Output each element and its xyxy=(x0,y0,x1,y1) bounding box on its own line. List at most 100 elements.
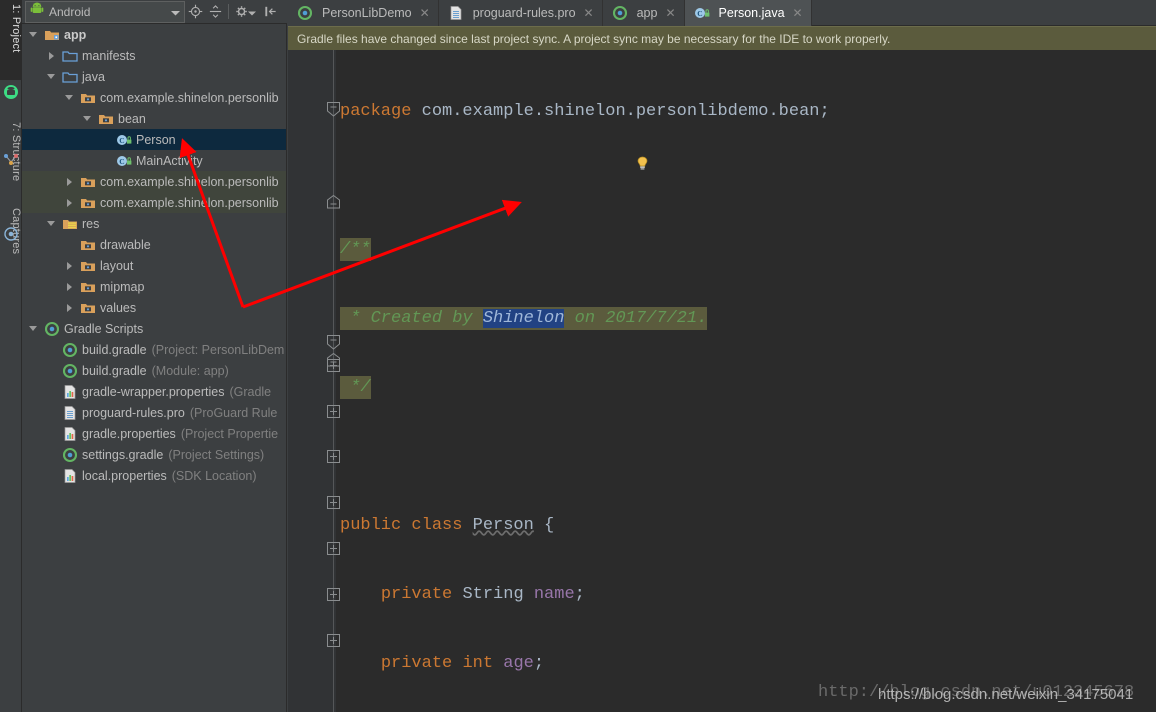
tree-item-settings-gradle[interactable]: settings.gradle (Project Settings) xyxy=(22,444,286,465)
tree-item-label: com.example.shinelon.personlib xyxy=(100,90,279,105)
tree-item-subtitle: (SDK Location) xyxy=(171,468,257,483)
text-file-icon xyxy=(450,6,462,20)
project-icon xyxy=(3,84,19,100)
chevron-right-icon[interactable] xyxy=(46,50,57,61)
tree-item-manifests[interactable]: manifests xyxy=(22,45,286,66)
chevron-down-icon[interactable] xyxy=(28,323,39,334)
tree-item-com-example-shinelon-personlib[interactable]: com.example.shinelon.personlib xyxy=(22,192,286,213)
chevron-down-icon[interactable] xyxy=(28,29,39,40)
code-content[interactable]: package com.example.shinelon.personlibde… xyxy=(336,50,1156,712)
close-icon[interactable]: ✕ xyxy=(420,6,430,20)
tree-item-build-gradle[interactable]: build.gradle (Module: app) xyxy=(22,360,286,381)
android-robot-icon xyxy=(30,2,44,21)
tree-item-build-gradle[interactable]: build.gradle (Project: PersonLibDem xyxy=(22,339,286,360)
tree-item-com-example-shinelon-personlib[interactable]: com.example.shinelon.personlib xyxy=(22,171,286,192)
editor-tab-label: proguard-rules.pro xyxy=(472,6,576,20)
watermark-overlay: https://blog.csdn.net/weixin_34175041 xyxy=(878,686,1134,703)
tree-item-mipmap[interactable]: mipmap xyxy=(22,276,286,297)
tree-item-values[interactable]: values xyxy=(22,297,286,318)
folder-blue xyxy=(62,71,78,83)
tree-item-label: gradle-wrapper.properties xyxy=(82,384,225,399)
editor-tab-app[interactable]: app ✕ xyxy=(603,0,685,26)
close-icon[interactable]: ✕ xyxy=(584,6,594,20)
gradle-icon xyxy=(612,5,627,21)
code-line-blank-1 xyxy=(336,169,1156,192)
toolbar-divider xyxy=(228,4,229,19)
captures-icon xyxy=(3,226,19,242)
class-name-person: Person xyxy=(472,516,534,535)
chevron-down-icon[interactable] xyxy=(46,71,57,82)
fold-guide-line xyxy=(333,50,334,712)
kw-private-2: private xyxy=(380,654,453,673)
chevron-down-icon[interactable] xyxy=(46,218,57,229)
hide-panel-button[interactable] xyxy=(260,2,280,22)
tree-item-gradle-scripts[interactable]: Gradle Scripts xyxy=(22,318,286,339)
tree-item-label: build.gradle xyxy=(82,342,147,357)
javadoc-open: /** xyxy=(340,238,371,261)
tree-item-label: app xyxy=(64,27,87,42)
chevron-down-icon[interactable] xyxy=(82,113,93,124)
editor-tab-label: PersonLibDemo xyxy=(322,6,412,20)
chevron-right-icon[interactable] xyxy=(64,281,75,292)
editor-tab-label: Person.java xyxy=(718,6,785,20)
tree-item-mainactivity[interactable]: C MainActivity xyxy=(22,150,286,171)
tree-item-subtitle: (Project: PersonLibDem xyxy=(151,342,285,357)
tree-item-person[interactable]: C Person xyxy=(22,129,286,150)
tree-item-layout[interactable]: layout xyxy=(22,255,286,276)
code-line-class-decl: public class Person { xyxy=(336,514,1156,537)
tree-item-label: bean xyxy=(118,111,146,126)
locate-file-button[interactable] xyxy=(185,2,205,22)
code-line-package: package com.example.shinelon.personlibde… xyxy=(336,100,1156,123)
package-name: com.example.shinelon.personlibdemo.bean; xyxy=(411,102,830,121)
chevron-right-icon[interactable] xyxy=(64,260,75,271)
package-icon xyxy=(81,198,95,208)
gradle-sync-notification[interactable]: Gradle files have changed since last pro… xyxy=(288,26,1156,50)
tree-item-bean[interactable]: bean xyxy=(22,108,286,129)
tree-item-app[interactable]: app xyxy=(22,24,286,45)
folder-res xyxy=(81,282,95,292)
editor-tab-personlibdemo[interactable]: PersonLibDemo ✕ xyxy=(288,0,439,26)
settings-chevron-down-icon[interactable] xyxy=(248,3,256,21)
tree-item-proguard-rules-pro[interactable]: proguard-rules.pro (ProGuard Rule xyxy=(22,402,286,423)
folder-res xyxy=(81,303,95,313)
close-icon[interactable]: ✕ xyxy=(665,6,675,20)
code-editor[interactable]: package com.example.shinelon.personlibde… xyxy=(288,50,1156,712)
close-icon[interactable]: ✕ xyxy=(793,6,803,20)
editor-tab-person-java[interactable]: C Person.java ✕ xyxy=(684,0,812,26)
project-view-selector[interactable]: Android xyxy=(25,0,185,23)
tree-item-label: com.example.shinelon.personlib xyxy=(100,174,279,189)
collapse-all-button[interactable] xyxy=(205,2,225,22)
tree-item-label: layout xyxy=(100,258,134,273)
project-view-selector-value: Android xyxy=(49,4,91,19)
class-open-brace: { xyxy=(533,516,555,535)
code-line-comment-body: * Created by Shinelon on 2017/7/21. xyxy=(336,307,1156,330)
editor-tab-proguard-rules-pro[interactable]: proguard-rules.pro ✕ xyxy=(439,0,603,26)
tool-tab-project[interactable]: 1: Project xyxy=(0,0,22,80)
project-tree[interactable]: app manifests java com.example.shinelon.per… xyxy=(22,24,287,712)
chevron-right-icon[interactable] xyxy=(64,176,75,187)
tree-item-com-example-shinelon-personlib[interactable]: com.example.shinelon.personlib xyxy=(22,87,286,108)
editor-tab-bar: PersonLibDemo ✕ proguard-rules.pro ✕ app ✕ C Pe… xyxy=(288,0,1156,26)
chevron-right-icon[interactable] xyxy=(64,197,75,208)
module-icon xyxy=(45,30,59,40)
tree-item-java[interactable]: java xyxy=(22,66,286,87)
folder-res xyxy=(81,240,95,250)
svg-text:C: C xyxy=(119,157,124,166)
tree-item-gradle-properties[interactable]: gradle.properties (Project Propertie xyxy=(22,423,286,444)
tree-item-drawable[interactable]: drawable xyxy=(22,234,286,255)
tree-item-res[interactable]: res xyxy=(22,213,286,234)
tree-item-subtitle: (Project Settings) xyxy=(168,447,265,462)
gradle-icon xyxy=(297,5,313,21)
chevron-down-icon[interactable] xyxy=(64,92,75,103)
tree-item-gradle-wrapper-properties[interactable]: gradle-wrapper.properties (Gradle xyxy=(22,381,286,402)
chevron-down-icon xyxy=(171,3,180,21)
tree-item-local-properties[interactable]: local.properties (SDK Location) xyxy=(22,465,286,486)
package-icon xyxy=(99,114,113,124)
editor-gutter[interactable] xyxy=(288,50,336,712)
chevron-right-icon[interactable] xyxy=(64,302,75,313)
properties-icon xyxy=(64,384,76,399)
